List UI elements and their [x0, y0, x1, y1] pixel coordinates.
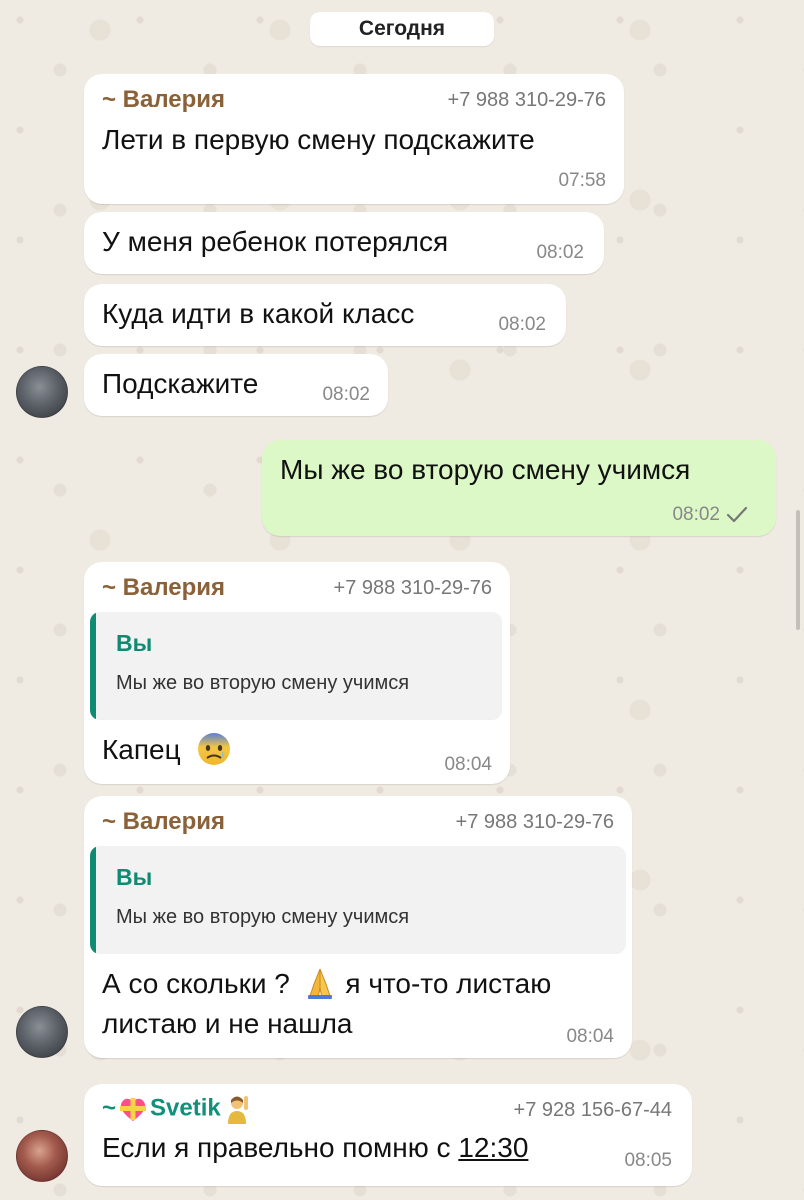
message-time: 08:02: [672, 504, 720, 525]
message-text-part: Если я правельно помню с: [102, 1132, 451, 1163]
message-time: 08:02: [322, 384, 370, 405]
outgoing-message-bubble[interactable]: Мы же во вторую смену учимся 08:02: [262, 440, 776, 536]
quote-text: Мы же во вторую смену учимся: [116, 906, 410, 928]
quote-text: Мы же во вторую смену учимся: [116, 672, 410, 694]
message-time: 08:05: [624, 1150, 672, 1171]
message-text: Подскажите: [102, 368, 259, 399]
quote-author: Вы: [116, 630, 153, 656]
sender-avatar[interactable]: [16, 1130, 68, 1182]
heart-ribbon-icon: [120, 1098, 147, 1121]
message-text: У меня ребенок потерялся: [102, 226, 449, 257]
sender-name[interactable]: ~ Валерия: [102, 808, 225, 836]
message-bubble[interactable]: Куда идти в какой класс 08:02: [84, 284, 566, 346]
message-text-part: я что-то листаю: [345, 968, 552, 999]
message-time: 08:04: [444, 754, 492, 775]
date-divider: Сегодня: [310, 12, 494, 46]
person-raising-hand-icon: [227, 1096, 248, 1124]
quoted-message[interactable]: Вы Мы же во вторую смену учимся: [90, 612, 502, 720]
message-time: 08:02: [498, 314, 546, 335]
message-bubble[interactable]: ~ Валерия +7 988 310-29-76 Лети в первую…: [84, 74, 624, 204]
message-text: Куда идти в какой класс: [102, 298, 415, 329]
sender-name-text: Svetik: [150, 1094, 221, 1122]
message-time: 08:04: [566, 1026, 614, 1047]
sender-avatar[interactable]: [16, 1006, 68, 1058]
message-text: Если я правельно помню с 12:30: [102, 1132, 528, 1164]
message-bubble[interactable]: У меня ребенок потерялся 08:02: [84, 212, 604, 274]
sender-phone: +7 988 310-29-76: [447, 89, 606, 111]
message-bubble[interactable]: ~ Svetik +7 928 156-67-44 Если я правель…: [84, 1084, 692, 1186]
sender-phone: +7 988 310-29-76: [455, 811, 614, 833]
message-text-content: Капец: [102, 734, 181, 765]
sent-check-icon: [726, 506, 748, 523]
message-text-line-2: листаю и не нашла: [102, 1008, 353, 1039]
message-text-part: А со скольки ?: [102, 968, 290, 999]
scrollbar[interactable]: [796, 510, 800, 630]
message-bubble[interactable]: Подскажите 08:02: [84, 354, 388, 416]
quote-author: Вы: [116, 864, 153, 890]
folded-hands-icon: [307, 968, 332, 999]
message-text: Лети в первую смену подскажите: [102, 124, 535, 155]
message-bubble[interactable]: ~ Валерия +7 988 310-29-76 Вы Мы же во в…: [84, 562, 510, 784]
sender-phone: +7 988 310-29-76: [333, 577, 492, 599]
message-bubble[interactable]: ~ Валерия +7 988 310-29-76 Вы Мы же во в…: [84, 796, 632, 1058]
anxious-face-icon: [198, 732, 231, 765]
message-time: 07:58: [558, 170, 606, 191]
message-text: Капец: [102, 732, 232, 767]
sender-phone: +7 928 156-67-44: [513, 1099, 672, 1121]
sender-avatar[interactable]: [16, 366, 68, 418]
quoted-message[interactable]: Вы Мы же во вторую смену учимся: [90, 846, 626, 954]
time-link[interactable]: 12:30: [458, 1132, 528, 1163]
sender-prefix: ~: [102, 1094, 117, 1122]
message-text: Мы же во вторую смену учимся: [280, 454, 691, 485]
sender-name[interactable]: ~ Svetik: [102, 1094, 251, 1124]
quote-accent-bar: [90, 612, 96, 720]
message-text-line-1: А со скольки ? я что-то листаю: [102, 968, 551, 1000]
sender-name[interactable]: ~ Валерия: [102, 574, 225, 602]
sender-name[interactable]: ~ Валерия: [102, 86, 225, 114]
quote-accent-bar: [90, 846, 96, 954]
message-time: 08:02: [536, 242, 584, 263]
